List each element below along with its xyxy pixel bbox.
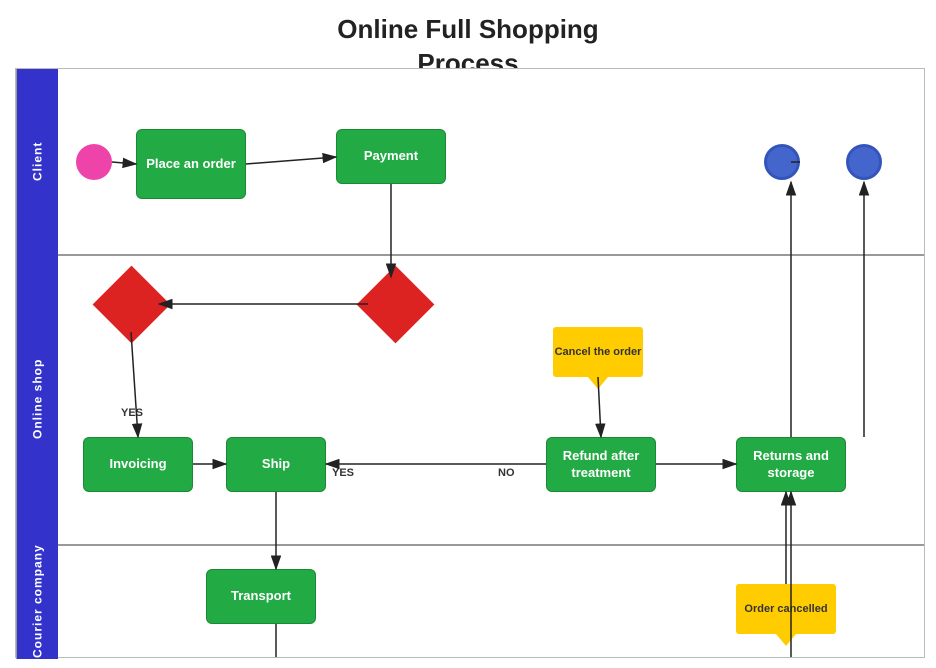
- returns-box: Returns and storage: [736, 437, 846, 492]
- lane-label-online: Online shop: [16, 254, 58, 544]
- no-label: NO: [498, 467, 515, 479]
- end-circle-1: [764, 144, 800, 180]
- lane-label-courier: Courier company: [16, 544, 58, 659]
- transport-box: Transport: [206, 569, 316, 624]
- order-cancelled-note: Order cancelled: [736, 584, 836, 634]
- cancel-order-note: Cancel the order: [553, 327, 643, 377]
- invoicing-box: Invoicing: [83, 437, 193, 492]
- diamond-right: [357, 266, 435, 344]
- lane-divider-1: [16, 254, 924, 256]
- lane-divider-2: [16, 544, 924, 546]
- ship-box: Ship: [226, 437, 326, 492]
- diagram-area: Client Online shop Courier company Place…: [15, 68, 925, 658]
- refund-box: Refund after treatment: [546, 437, 656, 492]
- yes-label-1: YES: [121, 407, 143, 419]
- page: Online Full ShoppingProcess Client Onlin…: [0, 0, 936, 668]
- end-circle-2: [846, 144, 882, 180]
- payment-box: Payment: [336, 129, 446, 184]
- diamond-left: [93, 266, 171, 344]
- yes-label-2: YES: [332, 467, 354, 479]
- lane-label-client: Client: [16, 69, 58, 254]
- place-order-box: Place an order: [136, 129, 246, 199]
- start-circle: [76, 144, 112, 180]
